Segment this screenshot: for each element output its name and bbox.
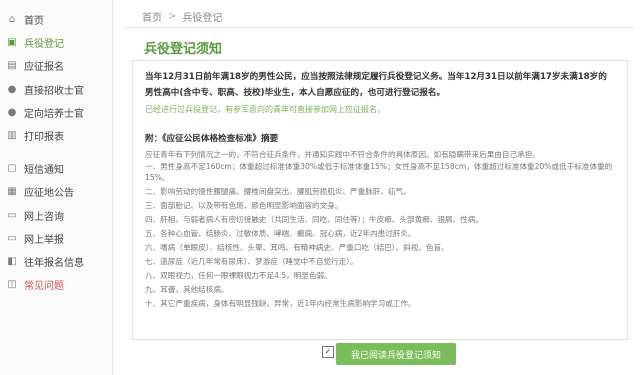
list-item: 三、面部胎记、以及带有色斑、颜色明显影响面容的文身。 [145, 201, 343, 210]
history-icon: ◧ [7, 255, 17, 267]
list-item: 九、耳聋，其他结核病。 [145, 285, 229, 294]
notice-hint: 已经进行过兵役登记，有参军意向的青年可直接参加网上应征报名。 [145, 105, 385, 114]
list-item: 八、双眼视力，任何一眼裸眼视力不足4.5，明显色弱。 [145, 271, 332, 280]
person-icon: ● [7, 106, 17, 118]
sidebar-item-oriented-nco[interactable]: ● 定向培养士官 [0, 101, 112, 124]
sidebar-item-consult[interactable]: ▭ 网上咨询 [0, 204, 112, 227]
page-title: 兵役登记须知 [144, 42, 223, 57]
list-item: 五、各种心血管、结肠炎、过敏体质、哮喘、癫痫、冠心病，近2年内患过肝炎。 [145, 229, 416, 238]
list-item: 七、遗尿症（近几年常有尿床）、梦游症（睡觉中不自觉行走）。 [145, 257, 358, 266]
sidebar-item-home[interactable]: ⌂ 首页 [0, 8, 112, 31]
list-item: 应征青年有下列情况之一的，不符合征兵条件，并通知实践中不符合条件的具体原因。如有… [145, 150, 540, 159]
list-item: 四、肝相、与弱者病人有密切接触史（共同生活、同吃、同住等）；牛皮癣、头部黄癣、银… [145, 215, 483, 224]
sidebar-item-label: 往年报名信息 [24, 257, 84, 269]
sidebar-item-label: 短信通知 [24, 165, 64, 177]
sidebar-item-history[interactable]: ◧ 往年报名信息 [0, 250, 112, 273]
notice-panel[interactable]: 当年12月31日前年满18岁的男性公民，应当按照法律规定履行兵役登记义务。当年1… [132, 60, 628, 340]
sidebar: ⌂ 首页 ▣ 兵役登记 ▤ 应征报名 ● 直接招收士官 ● 定向培养士官 ▥ 打… [0, 0, 113, 375]
sidebar-item-label: 网上咨询 [24, 211, 64, 223]
sidebar-item-report[interactable]: ▭ 网上举报 [0, 227, 112, 250]
sidebar-item-label: 打印报表 [24, 132, 64, 144]
chat-icon: ▭ [7, 209, 17, 221]
report-icon: ▭ [7, 232, 17, 244]
divider [124, 27, 634, 28]
list-item: 一、男性身高不足160cm；体重超过标准体重30%或低于标准体重15%；女性身高… [145, 162, 613, 182]
confirm-read-button[interactable]: 我已阅读兵役登记须知 [336, 343, 456, 365]
sidebar-item-label: 直接招收士官 [24, 85, 84, 97]
sidebar-item-label: 网上举报 [24, 234, 64, 246]
sidebar-item-direct-nco[interactable]: ● 直接招收士官 [0, 78, 112, 101]
person-icon: ● [7, 83, 17, 95]
main-content: 首页 > 兵役登记 兵役登记须知 当年12月31日前年满18岁的男性公民，应当按… [124, 0, 634, 375]
app-window: ⌂ 首页 ▣ 兵役登记 ▤ 应征报名 ● 直接招收士官 ● 定向培养士官 ▥ 打… [0, 0, 640, 375]
breadcrumb-current: 兵役登记 [182, 13, 223, 24]
sidebar-item-label: 应征报名 [24, 62, 64, 74]
sidebar-item-sms[interactable]: ▢ 短信通知 [0, 157, 112, 180]
printer-icon: ▥ [7, 130, 17, 142]
home-icon: ⌂ [8, 14, 16, 26]
list-item: 六、嗜病（单眼皮）、结核性、头晕、耳鸣、有精神病史、严重口吃（结巴）、斜视、色盲… [145, 243, 449, 252]
section-title: 附：《应征公民体格检查标准》摘要 [145, 134, 279, 144]
sidebar-item-label: 应征地公告 [24, 188, 74, 200]
notice-lead: 当年12月31日前年满18岁的男性公民，应当按照法律规定履行兵役登记义务。当年1… [145, 72, 607, 98]
sidebar-item-label: 定向培养士官 [24, 108, 84, 120]
message-icon: ▢ [7, 163, 17, 175]
breadcrumb-home-link[interactable]: 首页 [142, 9, 162, 24]
sidebar-item-label: 兵役登记 [24, 39, 64, 51]
sidebar-item-label: 首页 [24, 16, 44, 28]
breadcrumb-separator: > [168, 11, 177, 22]
sidebar-item-notice[interactable]: ▦ 应征地公告 [0, 180, 112, 203]
register-icon: ▣ [7, 37, 17, 49]
notice-icon: ▦ [7, 186, 17, 198]
sidebar-item-register[interactable]: ▣ 兵役登记 [0, 31, 112, 54]
list-item: 二、影响劳动的慢性腰腿痛、腰椎间盘突出、腰肌劳损肌炎、严重脉肝、疝气。 [145, 187, 411, 196]
sidebar-item-print[interactable]: ▥ 打印报表 [0, 124, 112, 147]
help-icon: ◫ [7, 279, 17, 291]
sidebar-item-label: 常见问题 [24, 281, 64, 293]
breadcrumb: 首页 > 兵役登记 [142, 9, 222, 24]
sidebar-item-enlist[interactable]: ▤ 应征报名 [0, 54, 112, 77]
form-icon: ▤ [7, 60, 17, 72]
sidebar-item-faq[interactable]: ◫ 常见问题 [0, 273, 112, 296]
agree-checkbox[interactable]: ✓ [322, 346, 334, 358]
list-item: 十、其它严重疾病，身体有明显残缺、异常，近1年内经常生病影响学习或工作。 [145, 299, 416, 308]
